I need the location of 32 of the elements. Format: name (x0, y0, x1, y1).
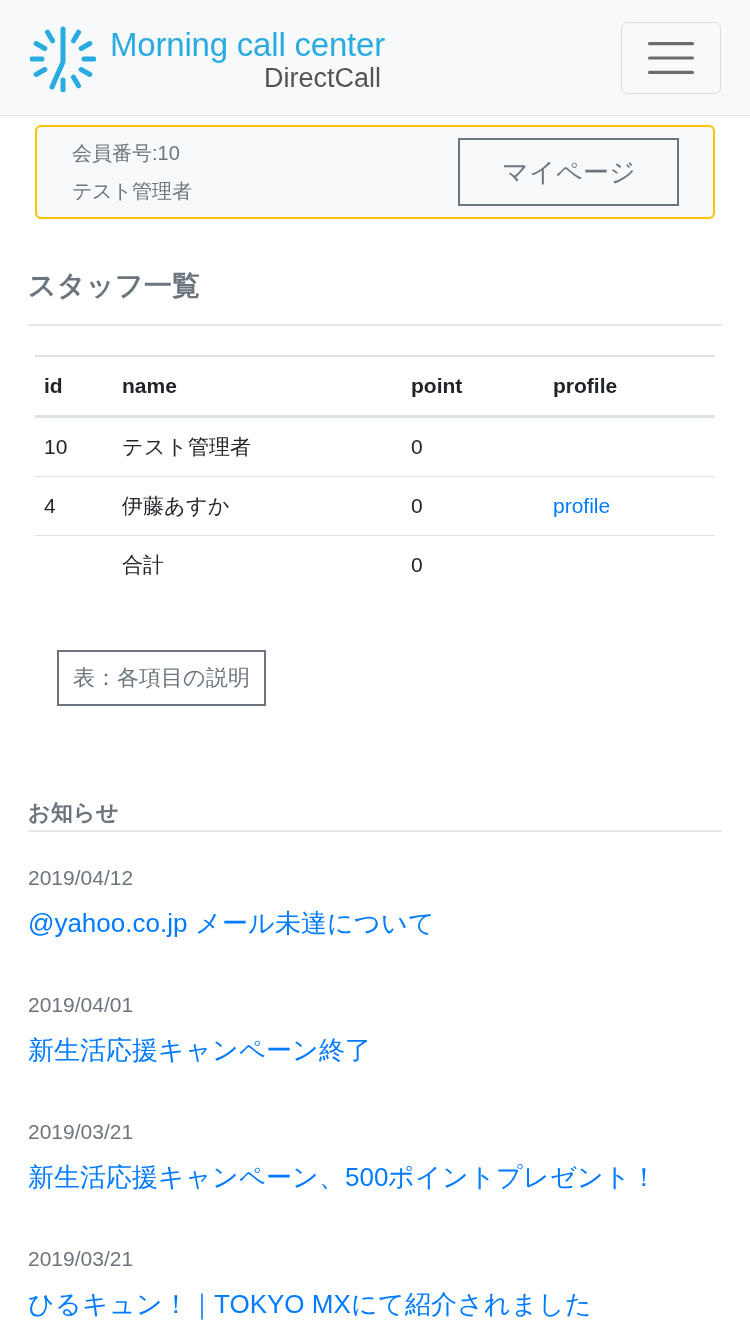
news-date: 2019/03/21 (28, 1119, 134, 1145)
news-date: 2019/04/01 (28, 992, 134, 1018)
table-cell-text: 合計 (122, 552, 164, 578)
table-header-cell-text: name (122, 373, 177, 399)
clock-icon (30, 25, 96, 92)
table-header-cell-text: profile (553, 373, 618, 399)
profile-link[interactable]: profile (553, 492, 611, 520)
news-date: 2019/04/12 (28, 865, 134, 891)
news-link[interactable]: 新生活応援キャンペーン、500ポイントプレゼント！ (28, 1159, 658, 1195)
table-cell-text: テスト管理者 (122, 434, 251, 460)
news-title: お知らせ (28, 798, 722, 832)
table-cell-text: 伊藤あすか (122, 493, 230, 519)
table-cell-text: 0 (411, 434, 423, 460)
member-number: 会員番号:10 (72, 141, 181, 166)
table-cell-text: 0 (411, 493, 423, 519)
table-help-button[interactable]: 表：各項目の説明 (57, 650, 266, 706)
table-header-cell-text: point (411, 373, 463, 399)
menu-icon (648, 41, 694, 74)
table-cell-text: 10 (44, 434, 68, 460)
section-title: スタッフ一覧 (28, 266, 722, 326)
logo-title[interactable]: Morning call center (110, 25, 385, 64)
member-name: テスト管理者 (72, 179, 192, 204)
news-link[interactable]: ひるキュン！｜TOKYO MXにて紹介されました (28, 1286, 592, 1322)
table-cell-text: 4 (44, 493, 56, 519)
news-link[interactable]: @yahoo.co.jp メール未達について (28, 905, 435, 941)
news-link[interactable]: 新生活応援キャンペーン終了 (28, 1032, 371, 1068)
news-date: 2019/03/21 (28, 1246, 134, 1272)
menu-button[interactable] (621, 21, 721, 94)
logo-subtitle[interactable]: DirectCall (263, 63, 381, 92)
table-header-cell-text: id (44, 373, 63, 399)
table-cell-text: 0 (411, 552, 423, 578)
mypage-button[interactable]: マイページ (458, 138, 679, 206)
